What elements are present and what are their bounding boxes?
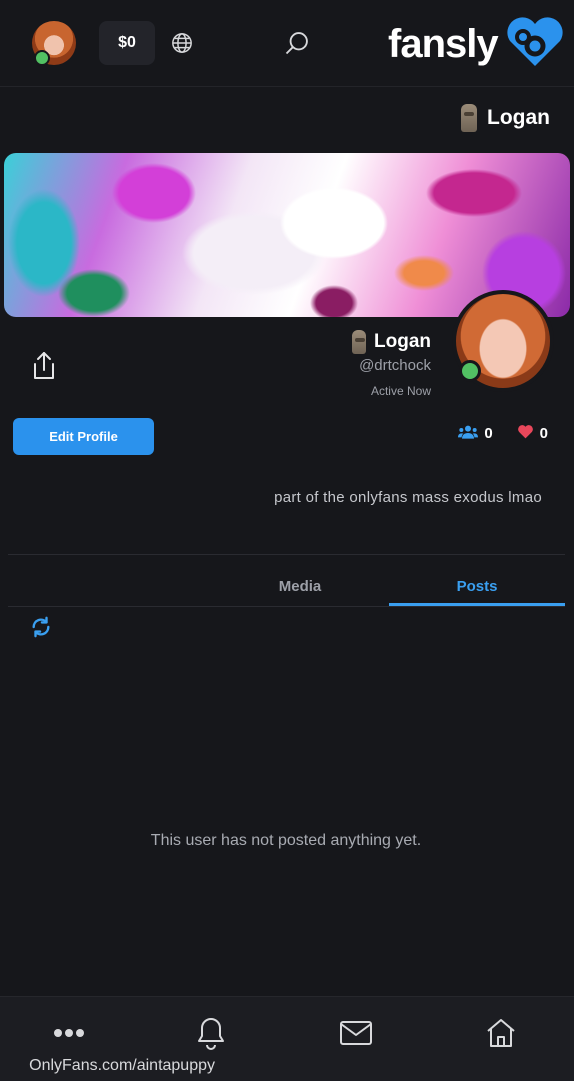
more-icon[interactable] — [52, 1016, 86, 1050]
header-name: Logan — [487, 106, 550, 129]
followers-stat[interactable]: 0 — [458, 425, 493, 443]
tab-posts[interactable]: Posts — [389, 566, 565, 606]
profile-name: Logan — [374, 331, 431, 352]
moai-emoji-icon — [352, 330, 366, 354]
likes-count: 0 — [539, 425, 548, 442]
followers-icon — [458, 425, 479, 443]
logo-text: fansly — [388, 21, 499, 66]
likes-stat[interactable]: 0 — [517, 424, 548, 443]
profile-header: Logan — [461, 104, 550, 132]
refresh-icon[interactable] — [30, 616, 52, 638]
fansly-logo-icon — [504, 16, 566, 73]
tab-media[interactable]: Media — [210, 566, 390, 606]
home-icon[interactable] — [484, 1016, 518, 1050]
followers-count: 0 — [484, 425, 493, 442]
empty-state-message: This user has not posted anything yet. — [0, 832, 574, 850]
empty-state-text: This user has not posted anything yet. — [150, 832, 422, 849]
balance-button[interactable]: $0 — [99, 21, 155, 65]
share-icon[interactable] — [30, 350, 58, 382]
moai-emoji-icon — [461, 104, 477, 132]
url-watermark: OnlyFans.com/aintapuppy — [29, 1057, 215, 1074]
search-icon[interactable] — [282, 28, 312, 58]
profile-online-indicator — [459, 360, 481, 382]
heart-icon — [517, 424, 534, 443]
section-divider — [8, 554, 565, 555]
profile-name-row: Logan — [352, 330, 431, 354]
online-indicator — [34, 50, 50, 66]
profile-handle: @drtchock — [359, 357, 431, 374]
globe-icon[interactable] — [170, 31, 194, 55]
fansly-logo[interactable]: fansly — [388, 16, 568, 72]
tabs-divider — [8, 606, 565, 607]
profile-bio: part of the onlyfans mass exodus lmao — [274, 489, 542, 506]
activity-status: Active Now — [370, 384, 431, 398]
active-tab-indicator — [389, 603, 565, 606]
messages-icon[interactable] — [339, 1016, 373, 1050]
edit-profile-button[interactable]: Edit Profile — [13, 418, 154, 455]
profile-stats: 0 0 — [458, 424, 548, 443]
notifications-icon[interactable] — [194, 1016, 228, 1050]
